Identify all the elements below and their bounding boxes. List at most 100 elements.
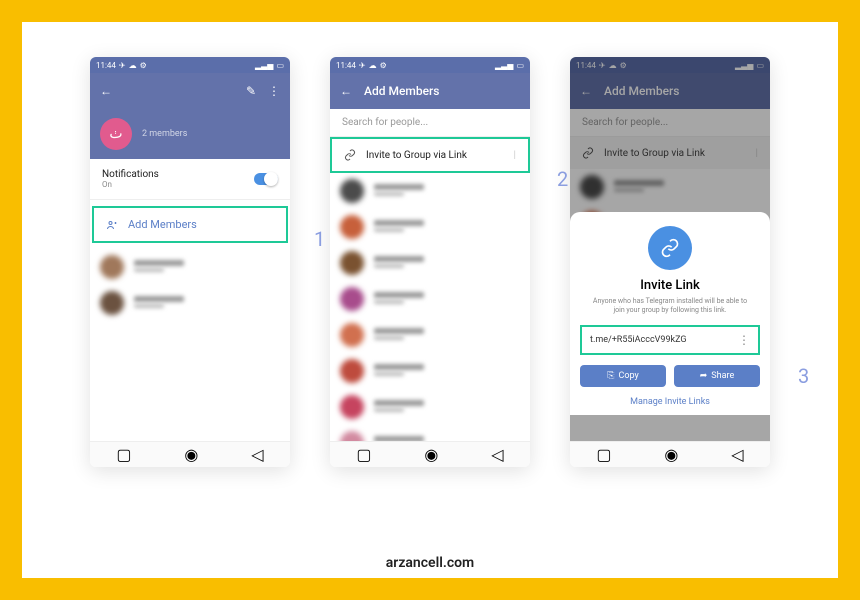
contact-text (134, 296, 280, 310)
contact-avatar (340, 395, 364, 419)
contact-row[interactable] (90, 285, 290, 321)
tutorial-frame: 11:44 ✈ ☁ ⚙ ▂▃▅ ▭ ← ✎ ⋮ ٺ 2 members (0, 0, 860, 600)
app-bar: ← ✎ ⋮ (90, 73, 290, 109)
group-members-count: 2 members (142, 129, 187, 139)
footer-brand: arzancell.com (22, 548, 838, 578)
copy-icon: ⎘ (607, 371, 614, 381)
contact-text (374, 256, 520, 270)
contact-text (374, 220, 520, 234)
recent-apps-icon[interactable]: ▢ (116, 445, 131, 464)
copy-button[interactable]: ⎘ Copy (580, 365, 666, 387)
app-bar: ← Add Members (330, 73, 530, 109)
status-bar: 11:44 ✈ ☁ ⚙ ▂▃▅ ▭ (90, 57, 290, 73)
edit-icon[interactable]: ✎ (246, 84, 256, 98)
group-header: ٺ 2 members (90, 109, 290, 159)
contact-text (374, 328, 520, 342)
battery-icon: ▭ (516, 61, 524, 70)
recent-apps-icon[interactable]: ▢ (596, 445, 611, 464)
invite-link-field[interactable]: t.me/+R55iAcccV99kZG ⋮ (580, 325, 760, 355)
manage-invite-links[interactable]: Manage Invite Links (630, 397, 710, 407)
android-nav-bar: ▢ ◉ ◁ (570, 441, 770, 467)
contact-text (374, 364, 520, 378)
gear-icon: ⚙ (140, 61, 147, 70)
status-bar: 11:44 ✈ ☁ ⚙ ▂▃▅ ▭ (330, 57, 530, 73)
group-avatar[interactable]: ٺ (100, 118, 132, 150)
android-nav-bar: ▢ ◉ ◁ (90, 441, 290, 467)
back-nav-icon[interactable]: ◁ (251, 445, 263, 464)
add-person-icon (106, 219, 118, 231)
members-list (90, 249, 290, 441)
link-options-icon[interactable]: ⋮ (738, 333, 750, 347)
back-icon[interactable]: ← (340, 84, 352, 98)
home-icon[interactable]: ◉ (424, 445, 438, 464)
contact-row[interactable] (330, 245, 530, 281)
contact-row[interactable] (330, 353, 530, 389)
back-nav-icon[interactable]: ◁ (731, 445, 743, 464)
step-number-3: 3 (798, 364, 809, 388)
contact-text (374, 292, 520, 306)
phone-screenshot-3: 11:44 ✈ ☁ ⚙ ▂▃▅ ▭ ← Add Members Search f… (570, 57, 770, 467)
notifications-value: On (102, 180, 159, 189)
search-placeholder: Search for people... (342, 117, 428, 128)
cloud-icon: ☁ (129, 61, 137, 70)
contact-avatar (340, 179, 364, 203)
share-label: Share (711, 371, 734, 381)
signal-icon: ▂▃▅ (255, 61, 273, 70)
home-icon[interactable]: ◉ (184, 445, 198, 464)
cloud-icon: ☁ (369, 61, 377, 70)
invite-link-text: t.me/+R55iAcccV99kZG (590, 335, 686, 345)
contact-row[interactable] (330, 281, 530, 317)
step-number-2: 2 (557, 167, 568, 191)
add-members-button[interactable]: Add Members (92, 206, 288, 243)
invite-via-link-button[interactable]: Invite to Group via Link | (330, 137, 530, 173)
contacts-list (330, 173, 530, 441)
contact-avatar (340, 215, 364, 239)
step-number-1: 1 (314, 227, 325, 251)
home-icon[interactable]: ◉ (664, 445, 678, 464)
notifications-row[interactable]: Notifications On (90, 159, 290, 200)
back-icon[interactable]: ← (100, 84, 112, 98)
copy-label: Copy (618, 371, 638, 381)
contact-avatar (340, 251, 364, 275)
contact-row[interactable] (330, 389, 530, 425)
telegram-icon: ✈ (359, 61, 366, 70)
contact-avatar (340, 287, 364, 311)
notifications-toggle[interactable] (254, 173, 278, 185)
contact-row[interactable] (90, 249, 290, 285)
contact-row[interactable] (330, 173, 530, 209)
contact-text (374, 184, 520, 198)
sheet-description: Anyone who has Telegram installed will b… (580, 297, 760, 315)
contact-avatar (340, 323, 364, 347)
gear-icon: ⚙ (380, 61, 387, 70)
share-icon: ➦ (700, 371, 708, 381)
invite-via-link-label: Invite to Group via Link (366, 150, 467, 161)
add-members-label: Add Members (128, 218, 197, 231)
signal-icon: ▂▃▅ (495, 61, 513, 70)
contact-avatar (100, 255, 124, 279)
contact-row[interactable] (330, 209, 530, 245)
share-button[interactable]: ➦ Share (674, 365, 760, 387)
more-icon[interactable]: ⋮ (268, 84, 280, 98)
back-nav-icon[interactable]: ◁ (491, 445, 503, 464)
contact-row[interactable] (330, 317, 530, 353)
link-circle-icon (648, 226, 692, 270)
status-time: 11:44 (336, 61, 356, 70)
link-icon (344, 149, 356, 161)
contact-text (374, 400, 520, 414)
phone-screenshot-2: 11:44 ✈ ☁ ⚙ ▂▃▅ ▭ ← Add Members Search f… (330, 57, 530, 467)
phones-row: 11:44 ✈ ☁ ⚙ ▂▃▅ ▭ ← ✎ ⋮ ٺ 2 members (22, 22, 838, 548)
phone-screenshot-1: 11:44 ✈ ☁ ⚙ ▂▃▅ ▭ ← ✎ ⋮ ٺ 2 members (90, 57, 290, 467)
telegram-icon: ✈ (119, 61, 126, 70)
contact-text (134, 260, 280, 274)
android-nav-bar: ▢ ◉ ◁ (330, 441, 530, 467)
contact-avatar (100, 291, 124, 315)
screen-title: Add Members (364, 84, 439, 98)
recent-apps-icon[interactable]: ▢ (356, 445, 371, 464)
notifications-label: Notifications (102, 169, 159, 180)
contact-row[interactable] (330, 425, 530, 441)
sheet-title: Invite Link (640, 278, 700, 293)
invite-link-sheet: Invite Link Anyone who has Telegram inst… (570, 212, 770, 415)
contact-avatar (340, 359, 364, 383)
status-time: 11:44 (96, 61, 116, 70)
search-input[interactable]: Search for people... (330, 109, 530, 137)
